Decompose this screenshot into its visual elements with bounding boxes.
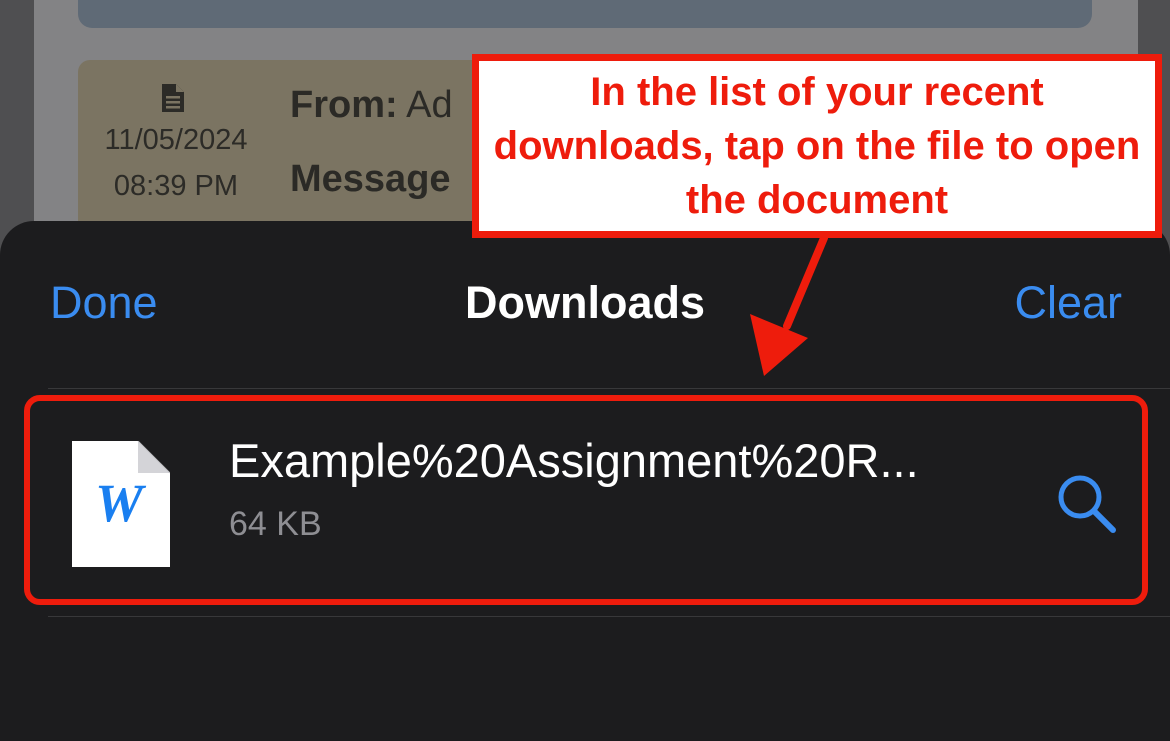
background-card-top [78, 0, 1092, 28]
message-from: From: Ad [290, 84, 453, 127]
document-icon [162, 84, 184, 112]
download-file-row[interactable]: W Example%20Assignment%20R... 64 KB [0, 389, 1170, 615]
file-name: Example%20Assignment%20R... [229, 434, 919, 487]
file-size: 64 KB [229, 505, 322, 543]
sheet-title: Downloads [464, 277, 705, 328]
word-document-icon: W [72, 441, 170, 567]
divider [48, 616, 1170, 617]
done-button[interactable]: Done [50, 277, 158, 329]
message-time: 08:39 PM [113, 170, 239, 202]
annotation-callout: In the list of your recent downloads, ta… [472, 54, 1162, 238]
message-body-label: Message [290, 158, 451, 201]
message-label: Message [290, 158, 451, 200]
clear-button[interactable]: Clear [1014, 277, 1122, 329]
downloads-sheet: Done Downloads Clear W Example%20Assignm… [0, 221, 1170, 741]
message-date: 11/05/2024 [104, 124, 248, 156]
from-label: From: [290, 84, 398, 126]
word-icon-letter: W [95, 473, 147, 533]
from-value: Ad [406, 84, 453, 126]
magnifier-icon[interactable] [1056, 473, 1118, 535]
